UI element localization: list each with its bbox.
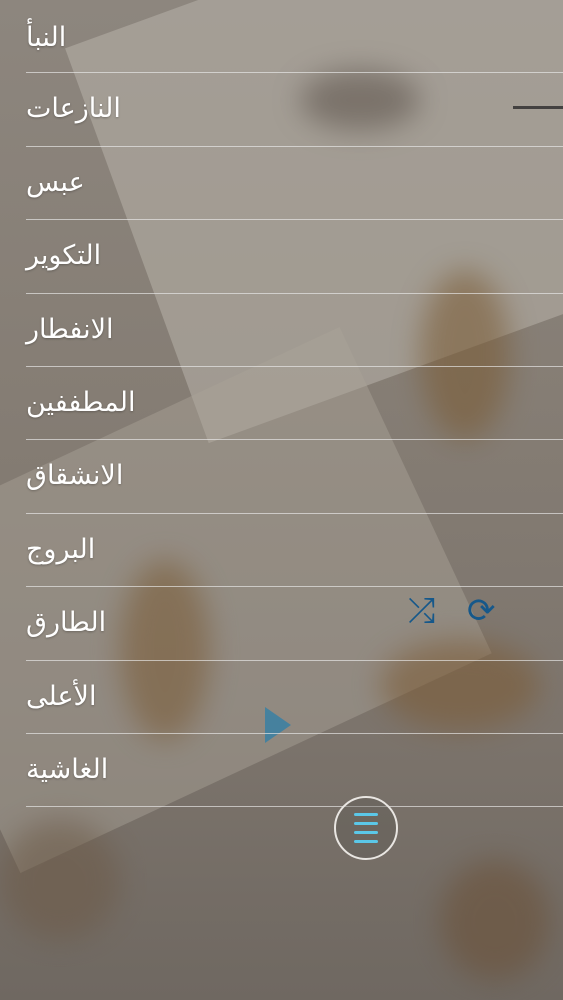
list-item-label: الأعلى bbox=[26, 680, 97, 712]
list-item-label: التكوير bbox=[26, 240, 102, 272]
menu-icon bbox=[354, 813, 378, 843]
list-item[interactable]: النبأ bbox=[0, 0, 563, 74]
menu-icon-bar bbox=[354, 831, 378, 834]
list-item[interactable]: الغاشية bbox=[0, 734, 563, 808]
list-item-label: المطففين bbox=[26, 386, 136, 418]
poster-ink bbox=[440, 860, 550, 980]
list-item-label: الغاشية bbox=[26, 753, 109, 785]
list-item[interactable]: التكوير bbox=[0, 220, 563, 294]
list-item[interactable]: الانفطار bbox=[0, 294, 563, 368]
list-item[interactable]: الانشقاق bbox=[0, 440, 563, 515]
list-item-label: النازعات bbox=[26, 93, 121, 125]
menu-icon-bar bbox=[354, 813, 378, 816]
list-item-label: الانشقاق bbox=[26, 460, 124, 492]
list-item-label: البروج bbox=[26, 533, 96, 565]
list-item[interactable]: عبس bbox=[0, 147, 563, 221]
menu-icon-bar bbox=[354, 840, 378, 843]
list-item[interactable]: الطارق bbox=[0, 587, 563, 661]
list-item-label: الطارق bbox=[26, 607, 107, 639]
list-item-label: الانفطار bbox=[26, 313, 114, 345]
list-item[interactable]: الأعلى bbox=[0, 661, 563, 735]
list-item[interactable]: المطففين bbox=[0, 367, 563, 441]
surah-list: النبأ النازعات عبس التكوير الانفطار المط… bbox=[0, 0, 563, 808]
menu-button[interactable] bbox=[334, 796, 398, 860]
list-item-label: عبس bbox=[26, 166, 85, 198]
list-item-label: النبأ bbox=[26, 22, 67, 53]
list-item[interactable]: النازعات bbox=[0, 73, 563, 148]
poster-ink bbox=[0, 820, 120, 940]
list-item[interactable]: البروج bbox=[0, 514, 563, 588]
menu-icon-bar bbox=[354, 822, 378, 825]
